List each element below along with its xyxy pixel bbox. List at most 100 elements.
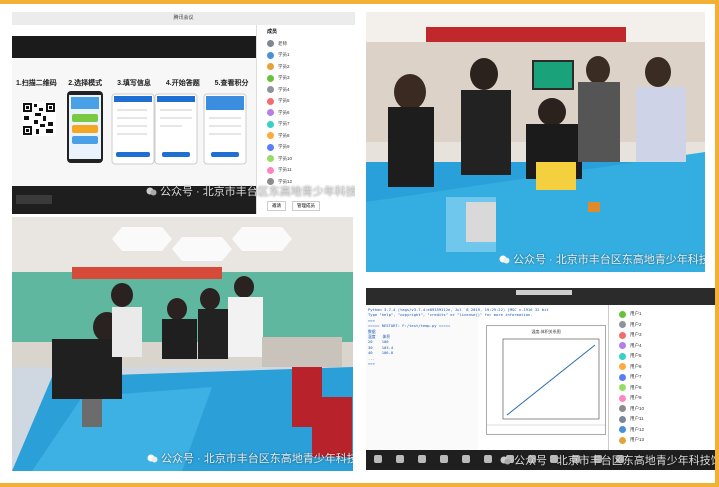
participant-name: 用户7 [630, 374, 642, 380]
participant-row[interactable]: 用户13 [609, 435, 715, 446]
avatar [619, 321, 626, 329]
avatar [619, 310, 626, 318]
member-name: 学员4 [278, 86, 290, 92]
avatar [619, 415, 626, 423]
avatar [267, 40, 274, 48]
code-lines: Python 3.7.4 (tags/v3.7.4:e09359112e, Ju… [368, 307, 549, 367]
participant-name: 用户10 [630, 405, 645, 411]
member-name: 老师 [278, 40, 287, 46]
avatar [619, 405, 626, 413]
member-row[interactable]: 学员3 [257, 73, 355, 85]
watermark-text: 公众号 · 北京市丰台区东高地青少年科技馆 [513, 254, 705, 266]
wechat-icon [499, 254, 510, 265]
member-row[interactable]: 学员6 [257, 107, 355, 119]
invite-button[interactable]: 邀请 [267, 201, 286, 211]
watermark: 公众号 · 北京市丰台区东高地青少年科技馆 [146, 183, 355, 199]
wechat-icon [146, 186, 157, 197]
watermark-text: 公众号 · 北京市丰台区东高地青少年科技馆 [514, 455, 715, 467]
participant-row[interactable]: 用户9 [609, 393, 715, 404]
step-illustrations [22, 91, 247, 165]
avatar [267, 166, 274, 174]
member-row[interactable]: 学员7 [257, 119, 355, 131]
classroom-photo-2: 公众号 · 北京市丰台区东高地青少年科技馆 [12, 217, 353, 471]
participant-row[interactable]: 用户4 [609, 341, 715, 352]
meeting-control-icon[interactable] [374, 455, 382, 463]
participant-name: 用户3 [630, 332, 642, 338]
participant-row[interactable]: 用户7 [609, 372, 715, 383]
watermark-text: 公众号 · 北京市丰台区东高地青少年科技馆 [161, 453, 353, 465]
code-line: >>> [368, 361, 375, 367]
qr-code-icon [22, 102, 56, 136]
meeting-control-icon[interactable] [462, 455, 470, 463]
participant-row[interactable]: 用户2 [609, 320, 715, 331]
wechat-icon [500, 455, 511, 466]
participant-name: 用户5 [630, 353, 642, 359]
participant-name: 用户12 [630, 426, 645, 432]
yellow-border-top [0, 0, 719, 4]
avatar [267, 132, 274, 140]
avatar [267, 51, 274, 59]
avatar [619, 394, 626, 402]
avatar [267, 109, 274, 117]
participant-rows: 用户1 用户2 用户3 用户4 用户5 用户6 用户7 用户8 用户9 用户10 用户11 用户12 用… [609, 305, 715, 446]
code-line: Type "help", "copyright", "credits" or "… [368, 312, 533, 318]
manage-members-button[interactable]: 管理成员 [292, 201, 320, 211]
yellow-border-right [715, 0, 719, 487]
watermark: 公众号 · 北京市丰台区东高地青少年科技馆 [147, 450, 353, 466]
quiz-screen-icon [154, 93, 198, 165]
participant-name: 用户6 [630, 363, 642, 369]
avatar [619, 384, 626, 392]
meeting-control-icon[interactable] [440, 455, 448, 463]
participant-row[interactable]: 用户5 [609, 351, 715, 362]
avatar [619, 352, 626, 360]
plot-title: 温度-体积关系图 [531, 329, 561, 334]
meeting-control-icon[interactable] [484, 455, 492, 463]
yellow-border-bottom [0, 483, 719, 487]
share-toolbar [12, 25, 256, 36]
meeting-window-title: 腾讯会议 [12, 12, 355, 25]
python-shell[interactable]: Python 3.7.4 (tags/v3.7.4:e09359112e, Ju… [366, 305, 549, 450]
plot-window[interactable]: 温度-体积关系图 [486, 325, 606, 435]
member-row[interactable]: 学员1 [257, 50, 355, 62]
member-row[interactable]: 学员4 [257, 84, 355, 96]
phone-mode-icon [67, 91, 103, 163]
wechat-icon [147, 453, 158, 464]
avatar [267, 155, 274, 163]
participant-row[interactable]: 用户12 [609, 425, 715, 436]
member-name: 学员3 [278, 75, 290, 81]
member-name: 学员7 [278, 121, 290, 127]
avatar [267, 97, 274, 105]
member-row[interactable]: 学员8 [257, 130, 355, 142]
member-row[interactable]: 老师 [257, 38, 355, 50]
avatar [619, 342, 626, 350]
member-name: 学员5 [278, 98, 290, 104]
member-row[interactable]: 学员5 [257, 96, 355, 108]
plot-canvas [487, 338, 605, 426]
participant-name: 用户13 [630, 437, 645, 443]
watermark-text: 公众号 · 北京市丰台区东高地青少年科技馆 [160, 186, 355, 198]
ide-title-tab[interactable] [516, 290, 572, 295]
participant-row[interactable]: 用户8 [609, 383, 715, 394]
member-row[interactable]: 学员9 [257, 142, 355, 154]
classroom-photo-2-image [12, 217, 353, 471]
meeting-control-icon[interactable] [418, 455, 426, 463]
avatar [267, 74, 274, 82]
participant-row[interactable]: 用户6 [609, 362, 715, 373]
meeting-control-icon[interactable] [396, 455, 404, 463]
member-row[interactable]: 学员2 [257, 61, 355, 73]
member-name: 学员6 [278, 109, 290, 115]
participant-row[interactable]: 用户10 [609, 404, 715, 415]
participant-row[interactable]: 用户11 [609, 414, 715, 425]
participant-name: 用户1 [630, 311, 642, 317]
member-rows: 老师 学员1 学员2 学员3 学员4 学员5 学员6 学员7 学员8 学员9 学员10 学员11 学员1… [257, 38, 355, 188]
participant-row[interactable]: 用户3 [609, 330, 715, 341]
participant-row[interactable]: 用户1 [609, 309, 715, 320]
member-row[interactable]: 学员10 [257, 153, 355, 165]
avatar [267, 120, 274, 128]
score-screen-icon [203, 93, 247, 165]
member-actions: 邀请 管理成员 [267, 201, 320, 211]
member-row[interactable]: 学员11 [257, 165, 355, 177]
watermark: 公众号 · 北京市丰台区东高地青少年科技馆 [499, 251, 705, 267]
taskbar-app[interactable] [16, 195, 52, 204]
step-list: 1.扫描二维码 2.选择模式 3.填写信息 4.开始答题 5.查看积分 [12, 58, 256, 88]
